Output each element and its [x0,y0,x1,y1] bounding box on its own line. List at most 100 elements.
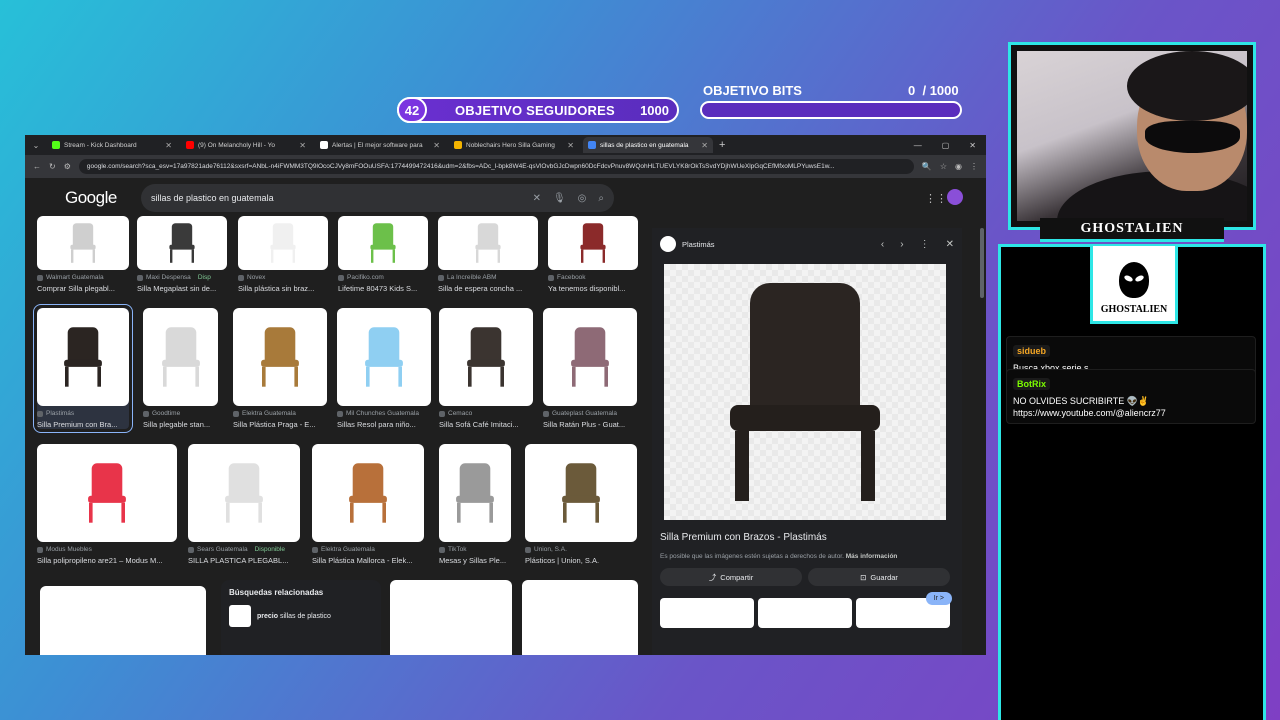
result-thumbnail[interactable] [312,444,424,542]
apps-grid-icon[interactable]: ⋮⋮ [925,192,947,205]
image-result[interactable]: Cemaco Silla Sofá Café Imitaci... [439,308,533,429]
result-title[interactable]: Silla Megaplast sin de... [137,284,227,293]
scrollbar[interactable] [980,228,984,298]
result-title[interactable]: Comprar Silla plegabl... [37,284,129,293]
result-thumbnail[interactable] [238,216,328,270]
result-title[interactable]: Silla plegable stan... [143,420,218,429]
result-thumbnail[interactable] [543,308,637,406]
image-result[interactable]: La Increíble ABM Silla de espera concha .… [438,216,538,293]
new-tab-button[interactable]: + [719,139,725,151]
result-title[interactable]: Silla Plástica Praga - E... [233,420,327,429]
browser-tab[interactable]: Noblechairs Hero Silla Gaming ✕ [449,137,579,153]
preview-site-name[interactable]: Plastimás [682,240,715,249]
result-title[interactable]: Silla polipropileno are21 – Modus M... [37,556,177,565]
browser-tab[interactable]: Alertas | El mejor software para ✕ [315,137,445,153]
image-result[interactable]: Union, S.A. Plásticos | Union, S.A. [525,444,637,565]
reload-icon[interactable]: ↻ [49,162,56,171]
result-title[interactable]: Silla Sofá Café Imitaci... [439,420,533,429]
preview-title[interactable]: Silla Premium con Brazos - Plastimás [660,532,962,543]
result-title[interactable]: Plásticos | Union, S.A. [525,556,637,565]
result-thumbnail[interactable] [337,308,431,406]
result-thumbnail[interactable] [439,308,533,406]
lens-icon[interactable]: ◎ [578,193,587,204]
site-info-icon[interactable]: ⚙ [64,162,71,171]
visit-button[interactable]: Ir > [925,592,952,605]
result-thumbnail[interactable] [390,580,512,655]
search-icon[interactable]: ⌕ [598,193,604,204]
result-thumbnail[interactable] [548,216,638,270]
image-result[interactable]: Plastimás Silla Premium con Bra... [33,304,133,433]
image-result[interactable]: TikTok Mesas y Sillas Ple... [439,444,511,565]
result-thumbnail[interactable] [522,580,638,655]
back-icon[interactable]: ← [33,162,41,171]
tab-close-icon[interactable]: ✕ [299,141,306,150]
prev-icon[interactable]: ‹ [881,239,884,250]
result-thumbnail[interactable] [40,586,206,655]
image-result[interactable]: Guateplast Guatemala Silla Ratán Plus - G… [543,308,637,429]
image-result[interactable]: Modus Muebles Silla polipropileno are21 –… [37,444,177,565]
result-thumbnail[interactable] [438,216,538,270]
image-result[interactable]: Goodtime Silla plegable stan... [143,308,218,429]
result-thumbnail[interactable] [37,308,129,406]
search-input[interactable]: sillas de plastico en guatemala [151,193,521,203]
image-result[interactable] [40,586,206,655]
tab-search-icon[interactable]: ⌄ [29,141,43,150]
image-result[interactable]: Walmart Guatemala Comprar Silla plegabl..… [37,216,129,293]
tab-close-icon[interactable]: ✕ [165,141,172,150]
share-button[interactable]: ⤴ Compartir [660,568,802,586]
image-result[interactable]: Maxi Despensa Disp Silla Megaplast sin de.… [137,216,227,293]
result-title[interactable]: Silla Plástica Mallorca - Elek... [312,556,424,565]
image-result[interactable]: Novex Silla plástica sin braz... [238,216,328,293]
close-icon[interactable]: ✕ [969,141,976,150]
browser-menu-icon[interactable]: ⋮ [970,162,978,171]
google-logo[interactable]: Google [65,188,117,208]
image-result[interactable]: Elektra Guatemala Silla Plástica Praga - … [233,308,327,429]
search-box[interactable]: sillas de plastico en guatemala ✕ 🎙 ◎ ⌕ [141,184,614,212]
result-title[interactable]: Mesas y Sillas Ple... [439,556,511,565]
result-title[interactable]: Silla de espera concha ... [438,284,538,293]
next-icon[interactable]: › [900,239,903,250]
clear-icon[interactable]: ✕ [533,193,541,204]
close-preview-icon[interactable]: ✕ [946,239,954,250]
tab-close-icon[interactable]: ✕ [433,141,440,150]
url-field[interactable]: google.com/search?sca_esv=17a97821ade761… [78,159,914,174]
browser-tab[interactable]: Stream - Kick Dashboard ✕ [47,137,177,153]
avatar[interactable] [947,189,963,205]
related-item[interactable]: precio sillas de plastico [229,605,373,627]
maximize-icon[interactable]: ▢ [942,141,950,150]
browser-tab[interactable]: sillas de plastico en guatemala ✕ [583,137,713,153]
image-result[interactable]: Sears Guatemala Disponible SILLA PLASTICA … [188,444,300,565]
result-title[interactable]: Lifetime 80473 Kids S... [338,284,428,293]
result-title[interactable]: Silla plástica sin braz... [238,284,328,293]
image-result[interactable]: Pacifiko.com Lifetime 80473 Kids S... [338,216,428,293]
preview-image[interactable] [664,264,946,520]
result-thumbnail[interactable] [439,444,511,542]
result-title[interactable]: SILLA PLASTICA PLEGABL... [188,556,300,565]
image-result[interactable]: Facebook Ya tenemos disponibl... [548,216,638,293]
tab-close-icon[interactable]: ✕ [567,141,574,150]
save-button[interactable]: ⊡ Guardar [808,568,950,586]
result-thumbnail[interactable] [525,444,637,542]
image-result[interactable] [390,580,512,655]
result-thumbnail[interactable] [338,216,428,270]
result-thumbnail[interactable] [233,308,327,406]
more-icon[interactable]: ⋮ [920,239,930,250]
minimize-icon[interactable]: — [914,141,922,150]
result-title[interactable]: Silla Ratán Plus - Guat... [543,420,637,429]
result-thumbnail[interactable] [137,216,227,270]
image-result[interactable]: Mil Chunches Guatemala Sillas Resol para … [337,308,431,429]
more-info-link[interactable]: Más información [846,553,898,560]
tab-close-icon[interactable]: ✕ [701,141,708,150]
result-thumbnail[interactable] [37,444,177,542]
result-title[interactable]: Sillas Resol para niño... [337,420,431,429]
zoom-icon[interactable]: 🔍 [922,162,932,171]
result-thumbnail[interactable] [37,216,129,270]
result-thumbnail[interactable] [188,444,300,542]
result-title[interactable]: Silla Premium con Bra... [37,420,129,429]
image-result[interactable]: Elektra Guatemala Silla Plástica Mallorca… [312,444,424,565]
result-thumbnail[interactable] [143,308,218,406]
browser-tab[interactable]: (9) On Melancholy Hill - Yo ✕ [181,137,311,153]
extension-icon[interactable]: ◉ [955,162,962,171]
bookmark-star-icon[interactable]: ☆ [940,162,947,171]
result-title[interactable]: Ya tenemos disponibl... [548,284,638,293]
